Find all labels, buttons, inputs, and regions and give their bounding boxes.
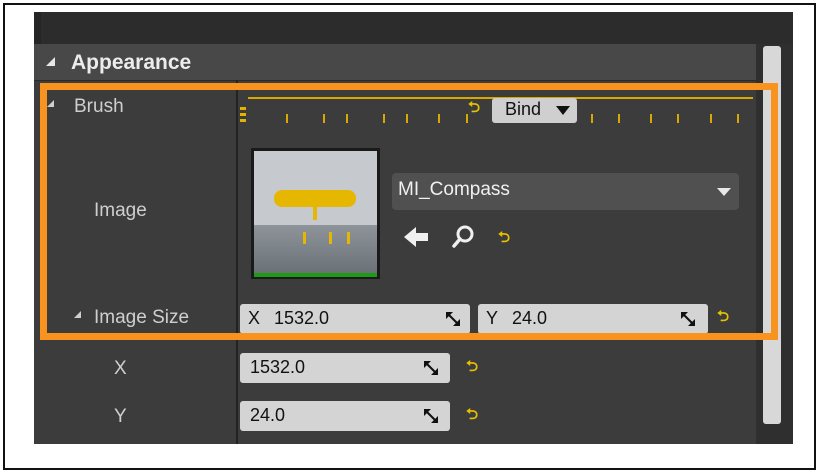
use-selected-arrow-icon[interactable] xyxy=(404,226,430,248)
x-label: X xyxy=(114,358,127,379)
y-prefix: Y xyxy=(486,308,499,328)
bind-label: Bind xyxy=(505,99,542,119)
image-size-x-field[interactable]: X 1532.0 xyxy=(240,304,470,334)
details-panel: Appearance Brush ⮌ Bind Image MI_Compass xyxy=(34,12,793,444)
y-label: Y xyxy=(114,406,127,427)
timeline-tick xyxy=(591,114,593,123)
y-field[interactable]: 24.0 xyxy=(240,401,450,431)
drag-value-icon xyxy=(424,361,438,375)
drag-value-icon xyxy=(446,312,460,326)
asset-picker-dropdown[interactable]: MI_Compass xyxy=(392,173,739,210)
scrollbar-thumb[interactable] xyxy=(763,46,781,424)
timeline-tick xyxy=(710,114,712,123)
brush-expand-icon[interactable] xyxy=(47,100,54,107)
timeline-tick xyxy=(406,114,408,123)
top-strip xyxy=(34,12,793,44)
column-divider[interactable] xyxy=(236,80,238,444)
section-title: Appearance xyxy=(71,51,192,74)
reset-to-default-icon[interactable]: ⮌ xyxy=(466,407,478,423)
timeline-tick xyxy=(650,114,652,123)
image-label: Image xyxy=(94,200,147,221)
timeline-tick xyxy=(618,114,620,123)
drag-value-icon xyxy=(424,409,438,423)
chevron-down-icon xyxy=(717,188,731,196)
drag-value-icon xyxy=(681,312,695,326)
asset-name: MI_Compass xyxy=(398,179,510,200)
timeline-tick xyxy=(677,114,679,123)
compass-bar-graphic xyxy=(274,190,356,207)
material-thumbnail[interactable] xyxy=(251,148,380,279)
y-field-value: 24.0 xyxy=(250,405,286,425)
timeline-tick xyxy=(346,114,348,123)
brush-label: Brush xyxy=(74,96,124,117)
image-size-label: Image Size xyxy=(94,307,190,328)
x-field-value: 1532.0 xyxy=(250,357,306,377)
timeline-tick xyxy=(737,114,739,123)
reset-to-default-icon[interactable]: ⮌ xyxy=(466,359,478,375)
timeline-tick xyxy=(383,114,385,123)
image-size-expand-icon[interactable] xyxy=(74,311,81,318)
x-field[interactable]: 1532.0 xyxy=(240,353,450,383)
y-value: 24.0 xyxy=(512,308,548,328)
image-size-y-field[interactable]: Y 24.0 xyxy=(478,304,708,334)
bind-button[interactable]: Bind xyxy=(492,98,577,123)
timeline-tick xyxy=(286,114,288,123)
timeline-tick xyxy=(438,114,440,123)
chevron-down-icon xyxy=(556,106,570,115)
x-prefix: X xyxy=(248,308,261,328)
x-value: 1532.0 xyxy=(274,308,330,328)
browse-search-icon[interactable] xyxy=(452,224,476,248)
reset-to-default-icon[interactable]: ⮌ xyxy=(468,100,480,116)
timeline-tick xyxy=(323,114,325,123)
appearance-section-header[interactable]: Appearance xyxy=(34,44,756,81)
keyframe-marker-icon[interactable] xyxy=(240,107,246,125)
collapse-triangle-icon[interactable] xyxy=(46,57,55,66)
reset-to-default-icon[interactable]: ⮌ xyxy=(498,230,510,246)
reset-to-default-icon[interactable]: ⮌ xyxy=(717,309,729,325)
